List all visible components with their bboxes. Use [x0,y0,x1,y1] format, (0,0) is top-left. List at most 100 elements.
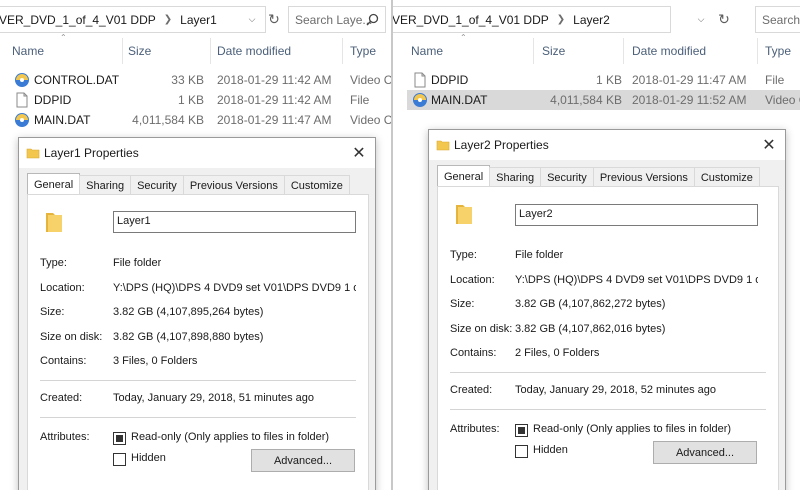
explorer-pane-layer2: VER_DVD_1_of_4_V01 DDP ❯ Layer2 ⌵ ↻ Sear… [393,0,800,490]
chevron-down-icon: ⌵ [248,13,256,24]
file-size: 1 KB [595,73,622,87]
folder-name-field[interactable]: Layer1 [113,211,356,233]
folder-name-field[interactable]: Layer2 [515,204,758,226]
breadcrumb-parent[interactable]: VER_DVD_1_of_4_V01 DDP [0,13,158,27]
column-header-size[interactable]: Size [542,40,565,62]
column-header-size[interactable]: Size [128,40,151,62]
refresh-button[interactable]: ↻ [715,10,733,28]
column-header-type[interactable]: Type [765,40,791,62]
column-divider[interactable] [210,38,211,64]
column-divider[interactable] [623,38,624,64]
file-row[interactable]: CONTROL.DAT 33 KB 2018-01-29 11:42 AM Vi… [0,70,392,90]
breadcrumb-current[interactable]: Layer2 [571,13,612,27]
column-divider[interactable] [533,38,534,64]
tab-previous-versions[interactable]: Previous Versions [592,167,695,187]
divider [450,409,766,410]
file-type: File [765,73,785,87]
file-row[interactable]: MAIN.DAT 4,011,584 KB 2018-01-29 11:47 A… [0,110,392,130]
search-input[interactable]: Search Laye... [288,6,386,33]
file-row[interactable]: DDPID 1 KB 2018-01-29 11:42 AM File [0,90,392,110]
file-date: 2018-01-29 11:52 AM [632,93,747,107]
size-on-disk-label: Size on disk: [40,331,103,343]
tab-general[interactable]: General [437,165,491,187]
tab-sharing[interactable]: Sharing [79,175,132,195]
address-bar[interactable]: VER_DVD_1_of_4_V01 DDP ❯ Layer2 [393,6,671,33]
search-icon [366,13,379,29]
file-size: 4,011,584 KB [550,93,622,107]
file-type: Video C [350,73,392,87]
search-input[interactable]: Search [755,6,800,33]
size-on-disk-value: 3.82 GB (4,107,862,016 bytes) [515,323,666,335]
tab-previous-versions[interactable]: Previous Versions [182,175,285,195]
tab-general[interactable]: General [27,173,81,195]
attributes-label: Attributes: [450,423,500,435]
tab-customize[interactable]: Customize [283,175,350,195]
hidden-checkbox[interactable] [515,445,528,458]
hidden-label: Hidden [131,452,166,464]
readonly-checkbox[interactable] [515,424,528,437]
address-history-dropdown[interactable]: ⌵ [693,10,709,28]
created-value: Today, January 29, 2018, 52 minutes ago [515,384,716,396]
hidden-label: Hidden [533,444,568,456]
file-date: 2018-01-29 11:47 AM [217,113,332,127]
dialog-titlebar[interactable]: Layer2 Properties ✕ [429,130,785,160]
divider [40,417,356,418]
breadcrumb-current[interactable]: Layer1 [178,13,219,27]
location-label: Location: [40,282,85,294]
created-label: Created: [40,392,83,404]
refresh-button[interactable]: ↻ [265,10,283,28]
media-file-icon [412,92,428,108]
contains-value: 2 Files, 0 Folders [515,347,600,359]
tab-security[interactable]: Security [540,167,594,187]
breadcrumb-parent[interactable]: VER_DVD_1_of_4_V01 DDP [393,13,551,27]
file-type: Video C [350,113,392,127]
column-header-type[interactable]: Type [350,40,376,62]
file-size: 1 KB [177,93,204,107]
tab-sharing[interactable]: Sharing [489,167,542,187]
advanced-button[interactable]: Advanced... [653,441,757,464]
advanced-button[interactable]: Advanced... [251,449,355,472]
column-header-name[interactable]: Name [12,40,44,62]
folder-large-icon [452,201,478,230]
media-file-icon [14,112,30,128]
readonly-label: Read-only (Only applies to files in fold… [533,423,732,435]
location-label: Location: [450,274,495,286]
file-row-selected[interactable]: MAIN.DAT 4,011,584 KB 2018-01-29 11:52 A… [407,90,800,110]
close-button[interactable]: ✕ [349,143,369,163]
type-value: File folder [113,257,162,269]
file-type: File [350,93,370,107]
file-size: 33 KB [171,73,204,87]
properties-dialog-layer1: Layer1 Properties ✕ General Sharing Secu… [18,137,376,490]
tab-strip: General Sharing Security Previous Versio… [27,173,350,195]
media-file-icon [14,72,30,88]
refresh-icon: ↻ [718,10,730,27]
close-button[interactable]: ✕ [759,135,779,155]
tab-customize[interactable]: Customize [693,167,760,187]
column-header-name[interactable]: Name [411,40,443,62]
column-divider[interactable] [122,38,123,64]
column-divider[interactable] [342,38,343,64]
general-tab-panel: Layer1 Type: File folder Location: Y:\DP… [27,194,369,490]
location-value[interactable]: Y:\DPS (HQ)\DPS 4 DVD9 set V01\DPS DVD9 … [113,282,356,294]
readonly-checkbox[interactable] [113,432,126,445]
hidden-checkbox[interactable] [113,453,126,466]
file-date: 2018-01-29 11:47 AM [632,73,747,87]
column-header-date-modified[interactable]: Date modified [632,40,706,62]
tab-security[interactable]: Security [130,175,184,195]
size-value: 3.82 GB (4,107,862,272 bytes) [515,298,666,310]
column-divider[interactable] [757,38,758,64]
file-name: MAIN.DAT [431,93,488,107]
dialog-titlebar[interactable]: Layer1 Properties ✕ [19,138,375,168]
address-bar[interactable]: VER_DVD_1_of_4_V01 DDP ❯ Layer1 [0,6,266,33]
close-icon: ✕ [762,137,776,154]
address-history-dropdown[interactable]: ⌵ [244,10,260,28]
file-row[interactable]: DDPID 1 KB 2018-01-29 11:47 AM File [407,70,800,90]
created-value: Today, January 29, 2018, 51 minutes ago [113,392,314,404]
contains-value: 3 Files, 0 Folders [113,355,198,367]
properties-dialog-layer2: Layer2 Properties ✕ General Sharing Secu… [428,129,786,490]
file-name: DDPID [34,93,72,107]
location-value[interactable]: Y:\DPS (HQ)\DPS 4 DVD9 set V01\DPS DVD9 … [515,274,758,286]
column-header-date-modified[interactable]: Date modified [217,40,291,62]
size-value: 3.82 GB (4,107,895,264 bytes) [113,306,264,318]
attributes-label: Attributes: [40,431,90,443]
